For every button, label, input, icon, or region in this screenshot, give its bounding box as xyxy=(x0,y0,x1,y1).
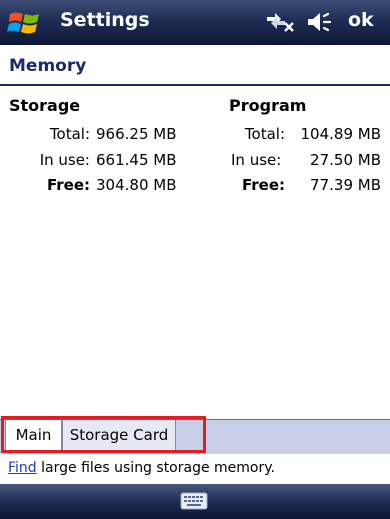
bottom-menu-bar xyxy=(0,484,390,519)
section-header: Memory xyxy=(0,46,390,86)
connectivity-icon[interactable] xyxy=(263,9,295,35)
hint-description: large files using storage memory. xyxy=(36,460,275,476)
hint-text: Find large files using storage memory. xyxy=(8,460,275,476)
storage-inuse-value: 661.45 MB xyxy=(96,151,177,169)
speaker-volume-icon[interactable] xyxy=(306,10,336,34)
find-link[interactable]: Find xyxy=(8,460,37,476)
title-bar: Settings ok xyxy=(0,0,390,45)
tab-storage-card[interactable]: Storage Card xyxy=(62,420,176,452)
storage-free-label: Free: xyxy=(46,176,90,194)
storage-free-value: 304.80 MB xyxy=(96,176,177,194)
app-title: Settings xyxy=(60,9,150,31)
ok-button[interactable]: ok xyxy=(348,9,374,31)
tab-main[interactable]: Main xyxy=(5,420,62,452)
program-free-label: Free: xyxy=(241,176,285,194)
storage-total-label: Total: xyxy=(49,125,90,143)
program-inuse-label: In use: xyxy=(231,151,282,169)
keyboard-icon[interactable] xyxy=(180,491,208,511)
program-total-label: Total: xyxy=(244,125,285,143)
program-total-value: 104.89 MB xyxy=(300,125,382,143)
windows-start-icon[interactable] xyxy=(7,7,43,39)
storage-inuse-label: In use: xyxy=(39,151,90,169)
program-heading: Program xyxy=(229,96,307,115)
storage-total-value: 966.25 MB xyxy=(96,125,177,143)
program-free-value: 77.39 MB xyxy=(310,176,381,194)
storage-heading: Storage xyxy=(9,96,81,115)
program-inuse-value: 27.50 MB xyxy=(310,151,381,169)
section-title: Memory xyxy=(9,56,87,76)
tab-strip: Main Storage Card xyxy=(0,419,390,454)
